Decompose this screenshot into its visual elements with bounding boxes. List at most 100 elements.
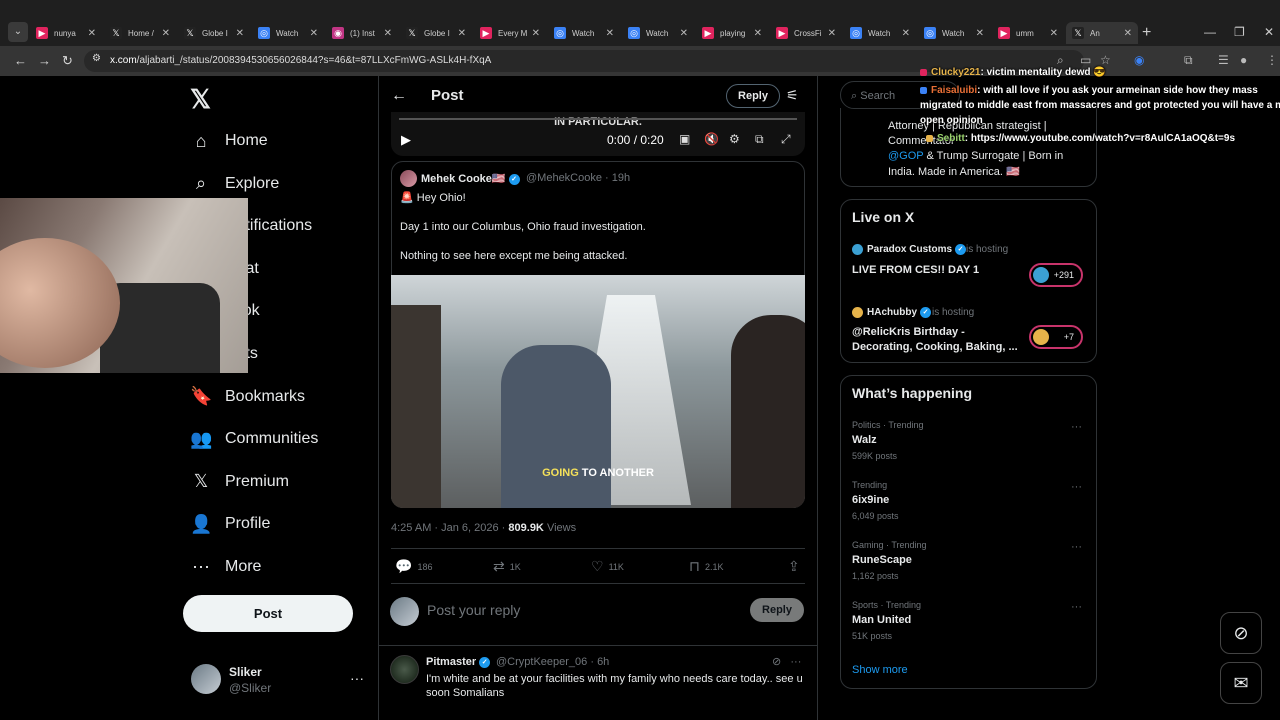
back-arrow-icon[interactable]: ← bbox=[391, 87, 407, 105]
star-icon[interactable]: ☆ bbox=[1100, 53, 1111, 67]
trend-more-icon[interactable]: ··· bbox=[1071, 481, 1082, 493]
avatar[interactable] bbox=[390, 597, 419, 626]
close-tab-icon[interactable]: ✕ bbox=[828, 28, 836, 39]
url-text[interactable]: x.com/aljabarti_/status/2008394530656026… bbox=[110, 55, 491, 66]
quote-avatar[interactable] bbox=[400, 170, 417, 187]
repost-action[interactable]: ⇄ 1K bbox=[493, 558, 521, 575]
close-tab-icon[interactable]: ✕ bbox=[458, 28, 466, 39]
nav-item-more[interactable]: ⋯ More bbox=[190, 552, 261, 582]
show-more-link[interactable]: Show more bbox=[852, 664, 908, 676]
fullscreen-icon[interactable]: ⤢ bbox=[781, 132, 791, 147]
messages-float-icon[interactable]: ✉ bbox=[1220, 662, 1262, 704]
header-reply-button[interactable]: Reply bbox=[726, 84, 780, 108]
puzzle-icon[interactable]: ⧉ bbox=[1184, 53, 1193, 68]
play-icon[interactable]: ▶ bbox=[401, 132, 411, 148]
comment-avatar[interactable] bbox=[390, 655, 419, 684]
browser-tab[interactable]: 𝕏 An ✕ bbox=[1066, 22, 1138, 44]
zoom-icon[interactable]: ⌕ bbox=[1057, 53, 1064, 68]
live-item-title[interactable]: LIVE FROM CES!! DAY 1 bbox=[852, 264, 979, 276]
trend-name[interactable]: Man United bbox=[852, 614, 911, 626]
extension-icon[interactable]: ◉ bbox=[1134, 53, 1144, 67]
browser-tab[interactable]: 𝕏 Home / ✕ bbox=[104, 22, 176, 44]
browser-tab[interactable]: ◎ Watch ✕ bbox=[844, 22, 916, 44]
browser-tab[interactable]: ▶ Every M ✕ bbox=[474, 22, 546, 44]
close-window-icon[interactable]: ✕ bbox=[1264, 25, 1274, 39]
close-tab-icon[interactable]: ✕ bbox=[606, 28, 614, 39]
avatar[interactable] bbox=[191, 664, 221, 694]
share-action[interactable]: ⇪ bbox=[788, 558, 805, 575]
close-tab-icon[interactable]: ✕ bbox=[976, 28, 984, 39]
tab-search-button[interactable]: ⌄ bbox=[8, 22, 28, 42]
tune-icon[interactable]: ⚟ bbox=[786, 87, 799, 104]
restore-icon[interactable]: ❐ bbox=[1234, 25, 1245, 39]
account-more-icon[interactable]: ··· bbox=[350, 670, 364, 686]
browser-tab[interactable]: 𝕏 Globe I ✕ bbox=[400, 22, 472, 44]
profile-icon[interactable]: ● bbox=[1240, 53, 1247, 67]
nav-item-bookmarks[interactable]: 🔖 Bookmarks bbox=[190, 382, 305, 412]
browser-tab[interactable]: ◎ Watch ✕ bbox=[252, 22, 324, 44]
bookmark-action[interactable]: ⊓ 2.1K bbox=[689, 558, 723, 575]
nav-item-explore[interactable]: ⌕ Explore bbox=[190, 169, 279, 199]
nav-item-communities[interactable]: 👥 Communities bbox=[190, 424, 318, 454]
close-tab-icon[interactable]: ✕ bbox=[902, 28, 910, 39]
settings-icon[interactable]: ⚙ bbox=[729, 132, 740, 146]
close-tab-icon[interactable]: ✕ bbox=[680, 28, 688, 39]
more-icon[interactable]: ··· bbox=[790, 656, 801, 668]
browser-tab[interactable]: ▶ CrossFi ✕ bbox=[770, 22, 842, 44]
cast-icon[interactable]: ▭ bbox=[1080, 53, 1091, 67]
trend-more-icon[interactable]: ··· bbox=[1071, 421, 1082, 433]
host-avatar[interactable] bbox=[852, 244, 863, 255]
site-info-icon[interactable]: ⚙ bbox=[92, 53, 101, 64]
menu-icon[interactable]: ⋮ bbox=[1266, 53, 1278, 67]
pip-icon[interactable]: ⧉ bbox=[755, 132, 764, 147]
grok-icon[interactable]: ⊘ bbox=[772, 656, 781, 668]
close-tab-icon[interactable]: ✕ bbox=[384, 28, 392, 39]
host-name[interactable]: HAchubby ✓ bbox=[867, 307, 931, 318]
captions-icon[interactable]: ▣ bbox=[679, 132, 690, 146]
x-logo-icon[interactable]: 𝕏 bbox=[190, 84, 211, 115]
close-tab-icon[interactable]: ✕ bbox=[1124, 28, 1132, 39]
sidebar-icon[interactable]: ☰ bbox=[1218, 53, 1229, 67]
account-name[interactable]: Sliker bbox=[229, 665, 262, 679]
close-tab-icon[interactable]: ✕ bbox=[88, 28, 96, 39]
browser-tab[interactable]: ◉ (1) Inst ✕ bbox=[326, 22, 398, 44]
trend-more-icon[interactable]: ··· bbox=[1071, 541, 1082, 553]
trend-name[interactable]: 6ix9ine bbox=[852, 494, 889, 506]
quote-video[interactable]: GOING TO ANOTHER bbox=[391, 275, 805, 508]
forward-icon[interactable]: → bbox=[38, 53, 51, 68]
post-button[interactable]: Post bbox=[183, 595, 353, 632]
reply-action[interactable]: 💬 186 bbox=[395, 558, 432, 575]
nav-item-premium[interactable]: 𝕏 Premium bbox=[190, 467, 289, 497]
reply-submit-button[interactable]: Reply bbox=[750, 598, 804, 622]
browser-tab[interactable]: ▶ playing ✕ bbox=[696, 22, 768, 44]
browser-tab[interactable]: ◎ Watch ✕ bbox=[548, 22, 620, 44]
live-listeners-pill[interactable]: +7 bbox=[1029, 325, 1083, 349]
browser-tab[interactable]: 𝕏 Globe I ✕ bbox=[178, 22, 250, 44]
close-tab-icon[interactable]: ✕ bbox=[236, 28, 244, 39]
comment-actions[interactable]: ⊘ ··· bbox=[772, 655, 801, 668]
comment-author-name[interactable]: Pitmaster ✓ bbox=[426, 656, 491, 668]
trend-more-icon[interactable]: ··· bbox=[1071, 601, 1082, 613]
host-avatar[interactable] bbox=[852, 307, 863, 318]
nav-item-home[interactable]: ⌂ Home bbox=[190, 126, 268, 156]
back-icon[interactable]: ← bbox=[14, 53, 27, 68]
live-item-title[interactable]: @RelicKris Birthday - bbox=[852, 326, 965, 338]
browser-tab[interactable]: ▶ umm ✕ bbox=[992, 22, 1064, 44]
host-name[interactable]: Paradox Customs ✓ bbox=[867, 244, 967, 255]
account-handle[interactable]: @Sliker bbox=[229, 681, 271, 695]
close-tab-icon[interactable]: ✕ bbox=[310, 28, 318, 39]
video-player[interactable]: IN PARTICULAR. ▶ 0:00 / 0:20 ▣ 🔇 ⚙ ⧉ ⤢ bbox=[391, 112, 805, 156]
browser-tab[interactable]: ▶ nunya ✕ bbox=[30, 22, 102, 44]
mute-icon[interactable]: 🔇 bbox=[704, 132, 719, 146]
live-listeners-pill[interactable]: +291 bbox=[1029, 263, 1083, 287]
close-tab-icon[interactable]: ✕ bbox=[532, 28, 540, 39]
browser-tab[interactable]: ◎ Watch ✕ bbox=[622, 22, 694, 44]
live-item-title-cont[interactable]: Decorating, Cooking, Baking, ... bbox=[852, 341, 1018, 353]
new-tab-button[interactable]: + bbox=[1142, 24, 1151, 42]
trend-name[interactable]: Walz bbox=[852, 434, 877, 446]
video-progress-bar[interactable] bbox=[399, 118, 797, 120]
trend-name[interactable]: RuneScape bbox=[852, 554, 912, 566]
nav-item-profile[interactable]: 👤 Profile bbox=[190, 509, 270, 539]
minimize-icon[interactable]: — bbox=[1204, 25, 1216, 39]
grok-float-icon[interactable]: ⊘ bbox=[1220, 612, 1262, 654]
